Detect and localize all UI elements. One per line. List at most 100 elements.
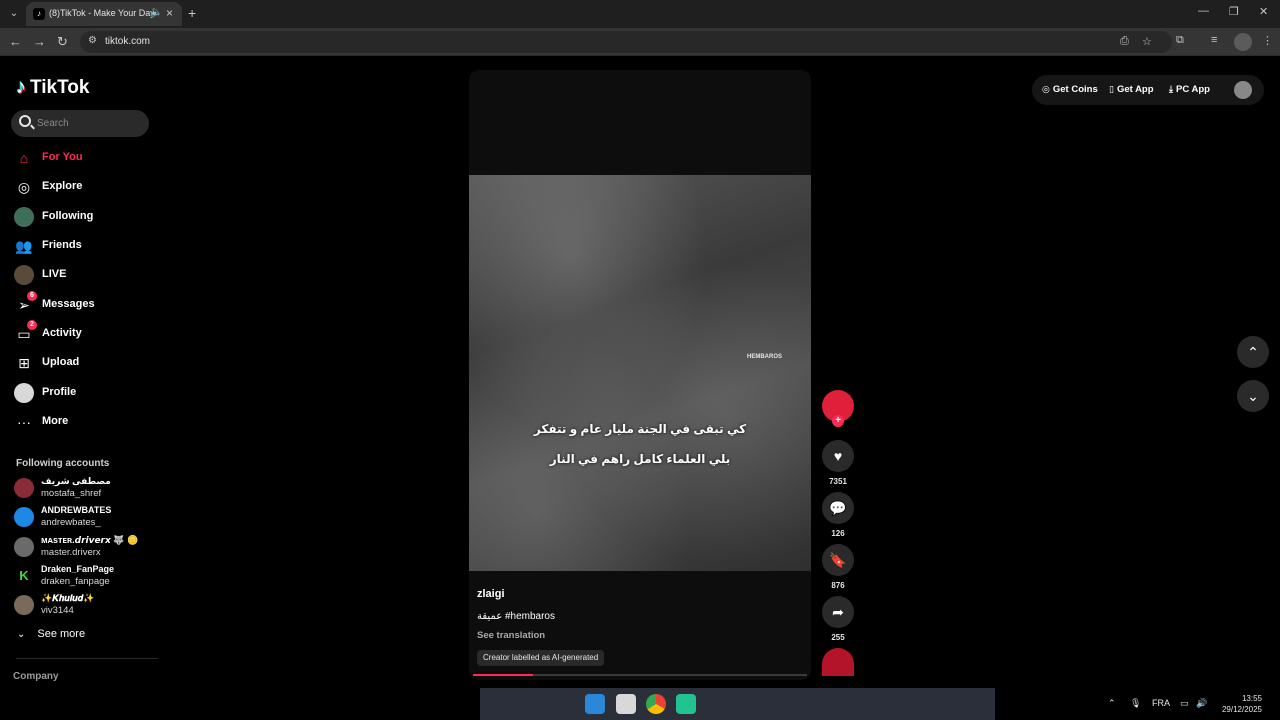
chrome-icon[interactable] bbox=[646, 694, 666, 714]
bookmark-icon[interactable]: 🔖 bbox=[822, 544, 854, 576]
url-text[interactable]: tiktok.com bbox=[105, 36, 150, 47]
nav-label: Friends bbox=[42, 239, 82, 251]
browser-tab[interactable]: ♪ (8)TikTok - Make Your Day 🔈 × bbox=[26, 2, 182, 26]
music-disc-icon[interactable] bbox=[822, 648, 854, 676]
install-app-icon[interactable]: ⎙ bbox=[1120, 35, 1129, 48]
volume-icon[interactable]: 🔊 bbox=[1196, 698, 1207, 709]
next-video-button[interactable]: ⌄ bbox=[1237, 380, 1269, 412]
nav-label: Messages bbox=[42, 298, 95, 310]
video-frame[interactable]: HEMBAROS كي تبقى في الجنة مليار عام و تت… bbox=[469, 175, 811, 571]
account-handle: andrewbates_ bbox=[41, 517, 101, 528]
following-account-item[interactable]: مصطفى شريف mostafa_shref bbox=[14, 475, 164, 501]
user-avatar[interactable] bbox=[1234, 81, 1252, 99]
tray-chevron-icon[interactable]: ⌃ bbox=[1108, 698, 1116, 709]
nav-for-you[interactable]: ⌂ For You bbox=[14, 146, 154, 170]
search-input[interactable]: Search bbox=[37, 118, 69, 129]
nav-label: More bbox=[42, 415, 69, 427]
new-tab-icon[interactable]: + bbox=[188, 5, 196, 21]
nav-more[interactable]: ··· More bbox=[14, 410, 154, 434]
top-actions-bar: ◎ Get Coins ▯ Get App ⤓ PC App bbox=[1032, 75, 1264, 105]
avatar bbox=[14, 478, 34, 498]
speaker-icon[interactable]: 🔈 bbox=[150, 7, 162, 18]
video-progress-bar[interactable] bbox=[473, 674, 807, 676]
friends-icon: 👥 bbox=[15, 237, 33, 254]
search-icon[interactable] bbox=[19, 115, 31, 127]
tiktok-logo-icon: ♪ bbox=[16, 76, 26, 98]
pc-app-button[interactable]: ⤓ PC App bbox=[1169, 84, 1210, 95]
account-name: مصطفى شريف bbox=[41, 476, 111, 486]
comment-icon[interactable]: 💬 bbox=[822, 492, 854, 524]
divider bbox=[16, 658, 158, 659]
company-link[interactable]: Company bbox=[13, 671, 59, 682]
site-info-icon[interactable]: ⚙ bbox=[88, 35, 97, 46]
following-account-item[interactable]: K Draken_FanPage draken_fanpage bbox=[14, 563, 164, 589]
minimize-icon[interactable]: — bbox=[1198, 5, 1209, 17]
tiktok-logo[interactable]: ♪ TikTok bbox=[16, 76, 89, 99]
previous-video-button[interactable]: ⌃ bbox=[1237, 336, 1269, 368]
share-icon[interactable]: ➦ bbox=[822, 596, 854, 628]
save-count: 876 bbox=[831, 581, 845, 590]
account-handle: viv3144 bbox=[41, 605, 74, 616]
browser-toolbar: ← → ↻ ⚙ tiktok.com ⎙ ☆ ⧉ ≡ ⋮ bbox=[0, 28, 1280, 56]
following-accounts-title: Following accounts bbox=[16, 458, 110, 469]
get-app-label: Get App bbox=[1116, 84, 1154, 95]
clock[interactable]: 13:55 29/12/2025 bbox=[1214, 693, 1262, 715]
following-account-item[interactable]: ANDREWBATES andrewbates_ bbox=[14, 504, 164, 530]
clock-date: 29/12/2025 bbox=[1221, 705, 1262, 714]
bookmark-star-icon[interactable]: ☆ bbox=[1142, 35, 1152, 48]
download-icon: ⤓ bbox=[1169, 84, 1173, 94]
like-count: 7351 bbox=[829, 477, 847, 486]
language-indicator[interactable]: FRA bbox=[1152, 698, 1170, 708]
tab-title: (8)TikTok - Make Your Day bbox=[49, 8, 155, 18]
nav-activity[interactable]: ▭ 2 Activity bbox=[14, 320, 154, 346]
video-caption[interactable]: عميقة #hembaros bbox=[477, 611, 555, 622]
avatar bbox=[14, 537, 34, 557]
reload-icon[interactable]: ↻ bbox=[57, 34, 68, 50]
home-icon: ⌂ bbox=[19, 150, 29, 166]
address-bar[interactable]: ⚙ tiktok.com ⎙ ☆ bbox=[80, 31, 1172, 53]
network-icon[interactable]: ▭ bbox=[1180, 698, 1189, 709]
close-window-icon[interactable]: ✕ bbox=[1259, 5, 1268, 18]
forward-icon[interactable]: → bbox=[33, 34, 46, 50]
account-name: Draken_FanPage bbox=[41, 564, 115, 574]
windows-start-icon[interactable] bbox=[585, 694, 605, 714]
see-more-button[interactable]: ⌄ See more bbox=[17, 628, 85, 640]
microphone-icon[interactable]: 🎙 bbox=[1130, 698, 1141, 709]
media-control-icon[interactable]: ≡ bbox=[1211, 34, 1217, 46]
video-player[interactable]: HEMBAROS كي تبقى في الجنة مليار عام و تت… bbox=[469, 70, 811, 680]
nav-friends[interactable]: 👥 Friends bbox=[14, 234, 154, 258]
nav-following[interactable]: Following bbox=[14, 205, 154, 229]
nav-label: For You bbox=[42, 151, 83, 163]
see-translation-link[interactable]: See translation bbox=[477, 630, 545, 641]
nav-messages[interactable]: ➢ 6 Messages bbox=[14, 291, 154, 317]
nav-live[interactable]: LIVE bbox=[14, 263, 154, 287]
video-author[interactable]: zlaigi bbox=[477, 588, 505, 600]
nav-label: Upload bbox=[42, 356, 80, 368]
app-icon[interactable] bbox=[676, 694, 696, 714]
follow-plus-icon[interactable]: + bbox=[832, 415, 844, 427]
nav-explore[interactable]: ◎ Explore bbox=[14, 175, 154, 199]
nav-upload[interactable]: ⊞ Upload bbox=[14, 351, 154, 375]
restore-icon[interactable]: ❐ bbox=[1229, 5, 1239, 18]
following-account-item[interactable]: ✨𝑲𝒉𝒖𝒍𝒖𝒅✨ viv3144 bbox=[14, 592, 164, 618]
taskbar bbox=[480, 688, 995, 720]
search-bar[interactable]: Search bbox=[11, 110, 149, 137]
back-icon[interactable]: ← bbox=[9, 34, 22, 50]
get-coins-button[interactable]: ◎ Get Coins bbox=[1042, 84, 1098, 95]
like-heart-icon[interactable]: ♥ bbox=[822, 440, 854, 472]
comment-count: 126 bbox=[831, 529, 845, 538]
file-explorer-icon[interactable] bbox=[616, 694, 636, 714]
extensions-icon[interactable]: ⧉ bbox=[1176, 34, 1184, 47]
close-tab-icon[interactable]: × bbox=[166, 6, 173, 20]
get-app-button[interactable]: ▯ Get App bbox=[1109, 84, 1154, 95]
following-account-item[interactable]: ᴍᴀsᴛᴇʀ.𝙙𝙧𝙞𝙫𝙚𝙧𝙭 🐺 🪙 master.driverx bbox=[14, 534, 164, 560]
account-name: ᴍᴀsᴛᴇʀ.𝙙𝙧𝙞𝙫𝙚𝙧𝙭 🐺 🪙 bbox=[41, 535, 139, 545]
nav-profile[interactable]: Profile bbox=[14, 381, 154, 405]
pc-app-label: PC App bbox=[1175, 84, 1210, 95]
browser-profile-avatar[interactable] bbox=[1234, 33, 1252, 51]
send-icon: ➢ 6 bbox=[14, 291, 37, 315]
messages-badge: 6 bbox=[27, 291, 37, 301]
logo-text: TikTok bbox=[30, 76, 90, 98]
browser-menu-icon[interactable]: ⋮ bbox=[1262, 34, 1273, 47]
tab-search-icon[interactable]: ⌄ bbox=[6, 6, 22, 22]
